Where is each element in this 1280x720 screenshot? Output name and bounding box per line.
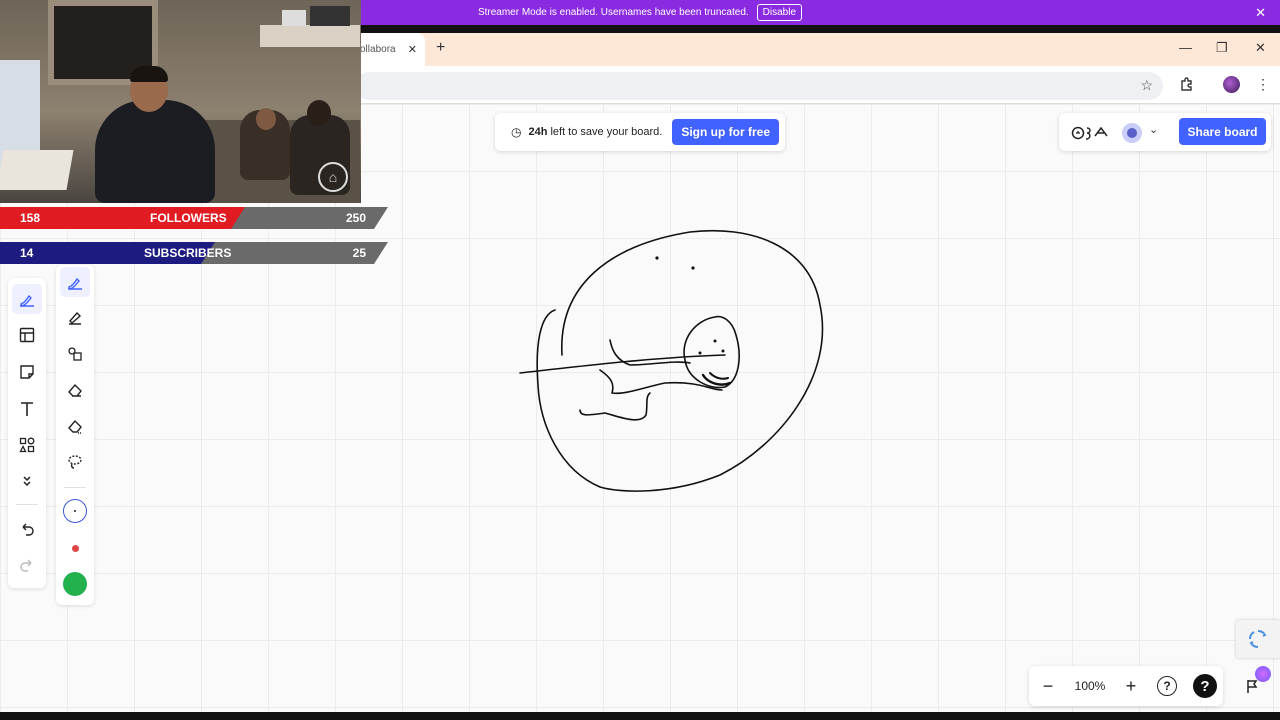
cam-person — [95, 100, 215, 203]
drawing-head — [683, 315, 740, 389]
cam-shelf-item — [282, 10, 306, 26]
streamer-logo: ⌂ — [318, 162, 348, 192]
shapes-button[interactable] — [12, 430, 42, 460]
tab-close-icon[interactable]: ✕ — [408, 43, 417, 56]
templates-button[interactable] — [12, 320, 42, 350]
screen: { "streamer_banner": { "message": "Strea… — [0, 0, 1280, 720]
more-tools-button[interactable] — [12, 466, 42, 496]
cam-person-head — [256, 108, 276, 130]
reactions-icon[interactable] — [1071, 124, 1111, 142]
pen-option-button[interactable] — [60, 267, 90, 297]
zoom-in-button[interactable]: + — [1120, 675, 1142, 697]
pen-icon — [68, 277, 82, 290]
cam-person-hair — [130, 66, 168, 82]
share-panel: ⌄ Share board — [1059, 113, 1271, 151]
toolbar-divider — [64, 487, 86, 488]
window-close-button[interactable]: ✕ — [1255, 40, 1266, 56]
cam-keyboard — [0, 150, 74, 190]
drawing-arm — [609, 339, 691, 366]
recaptcha-icon — [1248, 629, 1267, 649]
color-swatch-white[interactable] — [63, 499, 87, 523]
drawing-outer-loop — [536, 229, 824, 492]
chevron-down-icon[interactable]: ⌄ — [1149, 123, 1158, 136]
browser-tab[interactable]: ollabora ✕ — [355, 33, 425, 66]
eraser-button[interactable] — [60, 375, 90, 405]
color-swatch-green[interactable] — [63, 572, 87, 596]
followers-goal-bar: 158 FOLLOWERS 250 — [0, 207, 388, 229]
drawing-line — [519, 354, 726, 374]
highlighter-button[interactable] — [60, 303, 90, 333]
templates-icon — [19, 327, 35, 343]
subscribers-label: SUBSCRIBERS — [144, 246, 232, 260]
lasso-button[interactable] — [60, 447, 90, 477]
subscribers-count: 14 — [20, 246, 34, 260]
browser-tab-title: ollabora — [360, 44, 396, 55]
subscribers-goal-bar: 14 SUBSCRIBERS 25 — [0, 242, 388, 264]
undo-icon — [22, 523, 34, 536]
undo-button[interactable] — [12, 515, 42, 545]
followers-goal: 250 — [345, 211, 366, 225]
new-tab-button[interactable]: + — [436, 39, 445, 57]
cam-shelf — [260, 25, 360, 47]
zoom-out-button[interactable]: − — [1037, 675, 1059, 697]
webcam-overlay: ⌂ — [0, 0, 361, 203]
smart-shape-button[interactable] — [60, 339, 90, 369]
user-avatar[interactable] — [1122, 123, 1142, 143]
help-button[interactable]: ? — [1157, 676, 1177, 696]
recaptcha-badge — [1236, 620, 1280, 658]
pen-icon — [20, 294, 34, 307]
cam-shelf-item — [310, 6, 350, 26]
lasso-icon — [68, 455, 82, 469]
address-bar[interactable]: ☆ — [355, 72, 1163, 100]
save-notice-text: left to save your board. — [550, 126, 663, 138]
clock-icon: ◷ — [511, 125, 522, 139]
sticky-note-icon — [20, 365, 34, 379]
assistant-help-button[interactable]: ? — [1193, 674, 1217, 698]
smart-shape-icon — [68, 347, 82, 361]
pen-tool-button[interactable] — [12, 284, 42, 314]
shapes-icon — [19, 437, 35, 453]
streamer-mode-message: Streamer Mode is enabled. Usernames have… — [477, 7, 749, 18]
cam-person-head — [307, 100, 331, 126]
pen-options-toolbar — [56, 265, 94, 605]
share-board-button[interactable]: Share board — [1179, 118, 1266, 145]
bottom-divider — [0, 712, 1280, 720]
followers-count: 158 — [20, 211, 41, 225]
maximize-button[interactable]: ❐ — [1216, 40, 1228, 56]
banner-close-icon[interactable]: ✕ — [1255, 5, 1266, 21]
object-eraser-button[interactable] — [60, 411, 90, 441]
ai-assistant-icon[interactable] — [1255, 666, 1271, 682]
sticky-note-button[interactable] — [12, 357, 42, 387]
highlighter-icon — [69, 311, 82, 325]
sign-up-button[interactable]: Sign up for free — [672, 119, 779, 145]
drawing-leg — [599, 369, 723, 395]
color-swatch-red-dot — [71, 544, 79, 552]
color-swatch-red[interactable] — [63, 536, 87, 560]
freehand-drawing[interactable] — [510, 225, 830, 500]
redo-icon — [20, 559, 32, 572]
browser-profile-avatar[interactable] — [1223, 76, 1240, 93]
drawing-foot — [579, 392, 651, 421]
object-eraser-icon — [68, 419, 82, 434]
text-icon — [21, 402, 33, 416]
subscribers-goal: 25 — [352, 246, 366, 260]
save-board-notice: ◷ 24h left to save your board. Sign up f… — [495, 113, 785, 151]
eraser-icon — [68, 383, 82, 397]
star-icon[interactable]: ☆ — [1140, 77, 1153, 94]
followers-label: FOLLOWERS — [150, 211, 227, 225]
save-time-left: 24h — [528, 126, 548, 138]
text-tool-button[interactable] — [12, 394, 42, 424]
disable-streamer-mode-button[interactable]: Disable — [756, 4, 803, 21]
more-icon — [23, 476, 31, 487]
redo-button[interactable] — [12, 551, 42, 581]
zoom-level[interactable]: 100% — [1071, 679, 1109, 693]
kebab-icon[interactable]: ⋮ — [1256, 76, 1270, 93]
toolbar-divider — [16, 504, 38, 505]
puzzle-icon[interactable] — [1179, 76, 1195, 95]
main-toolbar — [8, 278, 46, 588]
color-swatch-selected-dot — [74, 510, 76, 512]
minimize-button[interactable]: — — [1179, 40, 1192, 55]
